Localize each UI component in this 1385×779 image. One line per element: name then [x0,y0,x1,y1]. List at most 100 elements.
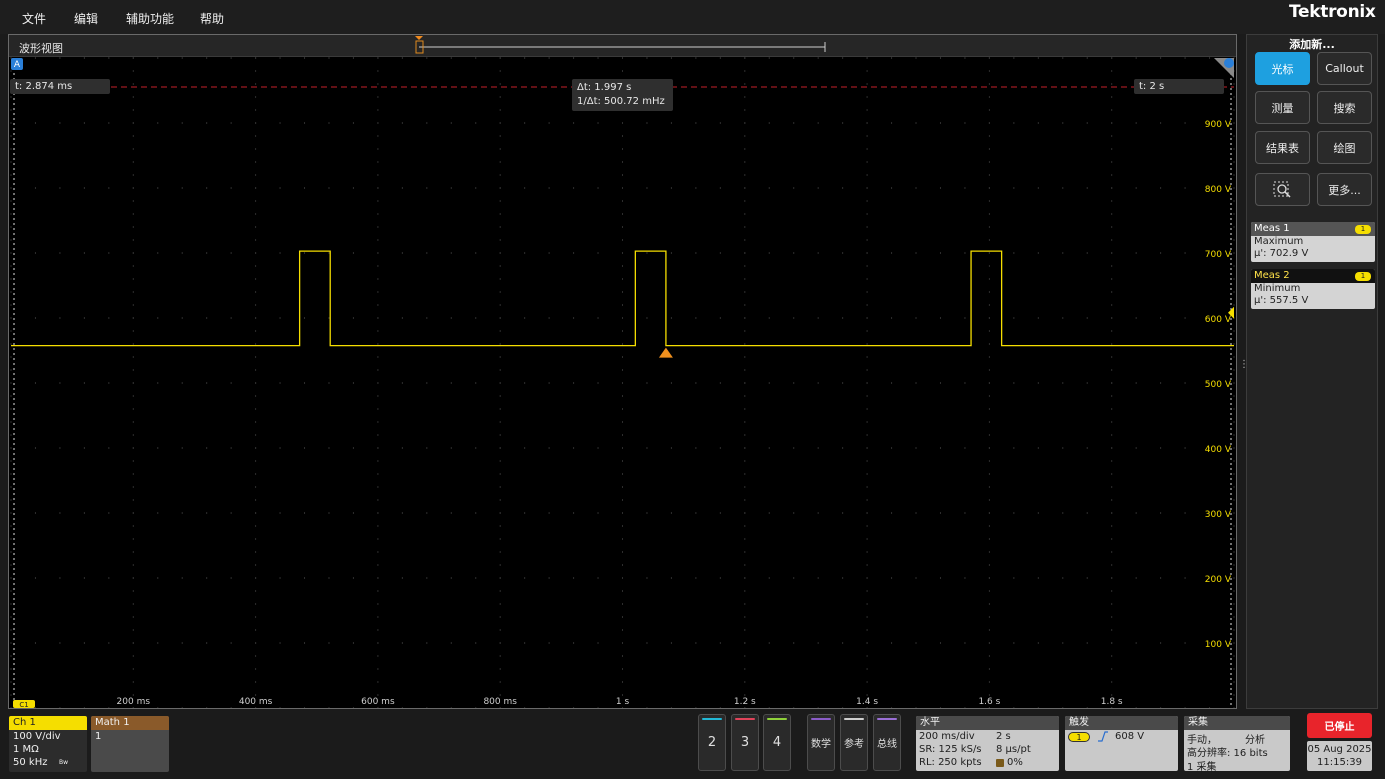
grid-dot [891,577,893,579]
grid-dot [132,317,134,319]
grid-dot [59,317,61,319]
grid-dot [866,57,868,59]
grid-dot [744,148,746,150]
waveform-plot[interactable]: 900 V 800 V 700 V 600 V 500 V 400 V 300 V 200 V… [9,35,1236,708]
grid-dot [670,187,672,189]
menu-help[interactable]: 帮助 [200,10,224,27]
grid-dot [1062,122,1064,124]
grid-dot [377,421,379,423]
cursor-b-marker[interactable] [1224,58,1234,68]
math1-badge[interactable]: Math 1 1 [91,716,169,772]
grid-dot [1135,707,1137,708]
y-tick-label: 900 V [1205,120,1232,130]
grid-dot [1111,551,1113,553]
grid-dot [866,577,868,579]
grid-dot [279,187,281,189]
trigger-badge[interactable]: 触发 1 608 V [1065,716,1178,771]
waveform-view[interactable]: 波形视图 900 V 800 V 700 V 600 V 500 V 400 V 300 V… [8,34,1237,709]
meas1-source-badge: 1 [1355,225,1371,234]
bandwidth-limit-icon: Bw [59,759,69,766]
grid-dot [132,577,134,579]
grid-dot [279,252,281,254]
x-tick-label: 1.6 s [978,697,1000,707]
grid-dot [1233,343,1235,345]
more-button[interactable]: 更多... [1317,173,1372,206]
grid-dot [377,512,379,514]
add-ch2-button[interactable]: 2 [698,714,726,771]
grid-dot [10,187,12,189]
grid-dot [744,642,746,644]
grid-dot [988,642,990,644]
grid-dot [1111,668,1113,670]
search-button[interactable]: 搜索 [1317,91,1372,124]
grid-dot [377,356,379,358]
add-ref-button[interactable]: 参考 [840,714,868,771]
horizontal-badge[interactable]: 水平 200 ms/div 2 s SR: 125 kS/s 8 μs/pt R… [916,716,1059,771]
grid-dot [230,57,232,59]
grid-dot [328,382,330,384]
grid-dot [646,187,648,189]
grid-dot [1037,642,1039,644]
grid-dot [744,590,746,592]
cursor-button[interactable]: 光标 [1255,52,1310,85]
acquisition-badge[interactable]: 采集 手动， 分析 高分辨率: 16 bits 1 采集 [1184,716,1290,771]
ch1-badge[interactable]: Ch 1 100 V/div 1 MΩ 50 kHz Bw [9,716,87,772]
menu-file[interactable]: 文件 [22,10,46,27]
add-math-button[interactable]: 数学 [807,714,835,771]
grid-dot [915,252,917,254]
grid-dot [524,187,526,189]
panel-resize-handle[interactable]: ⋮ [1239,360,1249,382]
grid-dot [450,447,452,449]
grid-dot [1160,187,1162,189]
grid-dot [744,473,746,475]
add-bus-button[interactable]: 总线 [873,714,901,771]
grid-dot [524,382,526,384]
grid-dot [1086,252,1088,254]
acquisition-hires: 高分辨率: 16 bits [1187,748,1268,759]
grid-dot [622,655,623,657]
grid-dot [622,291,623,293]
menu-edit[interactable]: 编辑 [74,10,98,27]
right-panel: 添加新... 光标 Callout 测量 搜索 结果表 绘图 更多... Mea… [1246,34,1378,709]
grid-dot [255,330,257,332]
grid-dot [1135,577,1137,579]
grid-dot [1037,707,1039,708]
add-ch3-button[interactable]: 3 [731,714,759,771]
plot-button[interactable]: 绘图 [1317,131,1372,164]
meas1-badge[interactable]: Meas 1 1 Maximum μ': 702.9 V [1251,222,1375,262]
run-stop-button[interactable]: 已停止 [1307,713,1372,738]
grid-dot [768,382,770,384]
grid-dot [132,473,134,475]
acquisition-count: 1 采集 [1187,762,1217,771]
grid-dot [866,265,868,267]
record-overview[interactable] [415,36,826,54]
grid-dot [744,369,746,371]
measure-button[interactable]: 测量 [1255,91,1310,124]
grid-dot [255,83,257,85]
grid-dot [866,655,868,657]
callout-button[interactable]: Callout [1317,52,1372,85]
grid-dot [573,122,575,124]
menu-bar: 文件 编辑 辅助功能 帮助 Tektronix [0,0,1385,34]
results-table-button[interactable]: 结果表 [1255,131,1310,164]
date-time: 05 Aug 2025 11:15:39 [1307,741,1372,771]
grid-dot [499,655,501,657]
meas2-badge[interactable]: Meas 2 1 Minimum μ': 557.5 V [1251,269,1375,309]
menu-accessibility[interactable]: 辅助功能 [126,10,174,27]
grid-dot [573,642,575,644]
grid-dot [891,707,893,708]
add-ch4-button[interactable]: 4 [763,714,791,771]
grid-dot [1086,642,1088,644]
grid-dot [157,512,159,514]
grid-dot [304,252,306,254]
grid-dot [499,512,501,514]
grid-dot [1111,161,1113,163]
trigger-position-marker[interactable] [658,347,673,358]
grid-dot [1111,421,1113,423]
grid-dot [83,512,85,514]
grid-dot [10,161,12,163]
grid-dot [450,707,452,708]
grid-dot [695,707,697,708]
zoom-button[interactable] [1255,173,1310,206]
grid-dot [573,252,575,254]
